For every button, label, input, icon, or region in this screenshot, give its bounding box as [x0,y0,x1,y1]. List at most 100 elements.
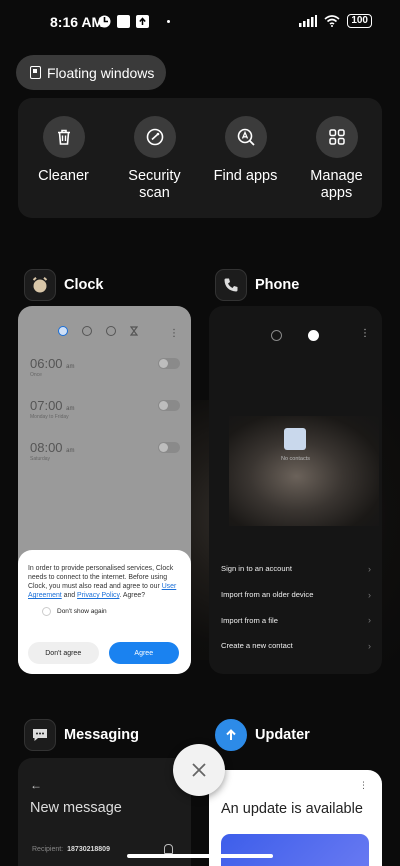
alarm-repeat: Saturday [30,456,51,462]
floating-windows-label: Floating windows [47,64,155,81]
alarm-toggle [158,442,180,453]
dialog-buttons: Don't agree Agree [28,642,179,664]
wifi-icon [324,15,340,27]
find-apps-label: Find apps [213,168,278,184]
phone-app-icon [215,269,247,301]
message-text: In order to provide personalised service… [28,565,174,590]
more-options-icon: ⋮ [359,780,368,790]
messaging-recent-card[interactable]: ← New message Recipient: 18730218809 [18,758,191,866]
quick-actions-panel: Cleaner Security scan Find apps Manage a… [18,98,382,218]
clock-app-icon [24,269,56,301]
chevron-right-icon: › [368,615,371,626]
clock-recent-card[interactable]: ⋮ 06:00 am Once 07:00 am Monday to Frida… [18,306,191,674]
updater-card-header[interactable]: Updater [215,719,310,751]
search-apps-icon [224,116,267,158]
phone-option-import-file[interactable]: Import from a file › [221,607,371,633]
dont-show-again-checkbox[interactable]: Don't show again [42,607,181,616]
status-system-icons: 100 [299,14,372,28]
floating-windows-button[interactable]: Floating windows [16,55,166,90]
status-time: 8:16 AM [50,14,104,30]
find-apps-button[interactable]: Find apps [204,116,288,218]
updater-recent-card[interactable]: ⋮ An update is available [209,770,382,866]
close-icon [192,763,206,777]
message-and: and [61,592,78,599]
checkbox-circle [42,607,51,616]
clock-card-header[interactable]: Clock [24,269,104,301]
home-gesture-bar[interactable] [127,854,273,858]
agree-button[interactable]: Agree [108,642,179,664]
alarm-tab-icon [58,326,68,336]
new-message-title: New message [30,800,122,816]
manage-apps-button[interactable]: Manage apps [295,116,379,218]
privacy-policy-link[interactable]: Privacy Policy [77,592,119,599]
stopwatch-tab-icon [106,326,116,336]
option-label: Create a new contact [221,641,293,651]
alarm-item: 07:00 am Monday to Friday [30,398,180,420]
updater-app-name: Updater [255,727,310,743]
privacy-message: In order to provide personalised service… [28,564,181,600]
manage-apps-label: Manage apps [310,168,363,201]
cleaner-label: Cleaner [38,168,89,184]
phone-app-name: Phone [255,277,300,293]
chevron-right-icon: › [368,563,371,574]
recipient-row: Recipient: 18730218809 [32,846,110,853]
update-available-title: An update is available [221,801,363,817]
alarm-repeat: Once [30,372,42,378]
more-options-icon: ⋮ [169,328,179,339]
security-scan-button[interactable]: Security scan [113,116,197,218]
trash-icon [42,116,85,158]
messaging-app-name: Messaging [64,727,139,743]
back-arrow-icon: ← [30,778,42,792]
alarm-time: 06:00 [30,356,63,371]
updater-app-icon [215,719,247,751]
alarm-time: 07:00 [30,398,63,413]
alarm-item: 08:00 am Saturday [30,440,180,462]
messaging-card-header[interactable]: Messaging [24,719,139,751]
option-label: Import from a file [221,615,278,625]
dont-agree-button[interactable]: Don't agree [28,642,99,664]
recipient-label: Recipient: [32,846,64,853]
contact-picker-icon [164,844,173,854]
alarm-toggle [158,400,180,411]
more-options-icon: ⋮ [360,328,370,339]
phone-option-create-contact[interactable]: Create a new contact › [221,633,371,659]
phone-tabs [271,330,319,341]
notification-square-icon [117,15,130,28]
alarm-repeat: Monday to Friday [30,414,69,420]
call-log-tab-icon [271,330,282,341]
alarm-ampm: am [66,448,75,454]
recipient-number: 18730218809 [67,846,110,853]
battery-indicator: 100 [347,14,372,28]
world-clock-tab-icon [82,326,92,336]
upload-notification-icon [136,15,149,28]
phone-recent-card[interactable]: ⋮ No contacts Sign in to an account › Imp… [209,306,382,674]
phone-options-list: Sign in to an account › Import from an ol… [221,556,371,659]
notification-app-icon [98,15,111,28]
signal-icon [299,15,318,27]
floating-window-icon [30,66,41,79]
chevron-right-icon: › [368,589,371,600]
option-label: Import from an older device [221,590,314,600]
privacy-dialog: In order to provide personalised service… [18,550,191,674]
more-notifications-dot [167,20,170,23]
checkbox-label: Don't show again [57,608,107,615]
option-label: Sign in to an account [221,564,292,574]
phone-option-import-device[interactable]: Import from an older device › [221,582,371,608]
status-notification-icons [98,15,170,28]
message-suffix: . Agree? [119,592,146,599]
phone-card-header[interactable]: Phone [215,269,299,301]
status-bar: 8:16 AM 100 [0,0,400,44]
security-scan-label: Security scan [128,168,181,201]
grid-icon [315,116,358,158]
clear-all-button[interactable] [173,744,225,796]
update-banner-image [221,834,369,866]
phone-option-sign-in[interactable]: Sign in to an account › [221,556,371,582]
contact-placeholder-icon [284,428,306,450]
alarm-item: 06:00 am Once [30,356,180,378]
contacts-tab-icon [308,330,319,341]
no-contacts-label: No contacts [280,456,311,462]
cleaner-button[interactable]: Cleaner [22,116,106,218]
shield-check-icon [133,116,176,158]
clock-app-name: Clock [64,277,104,293]
alarm-ampm: am [66,364,75,370]
